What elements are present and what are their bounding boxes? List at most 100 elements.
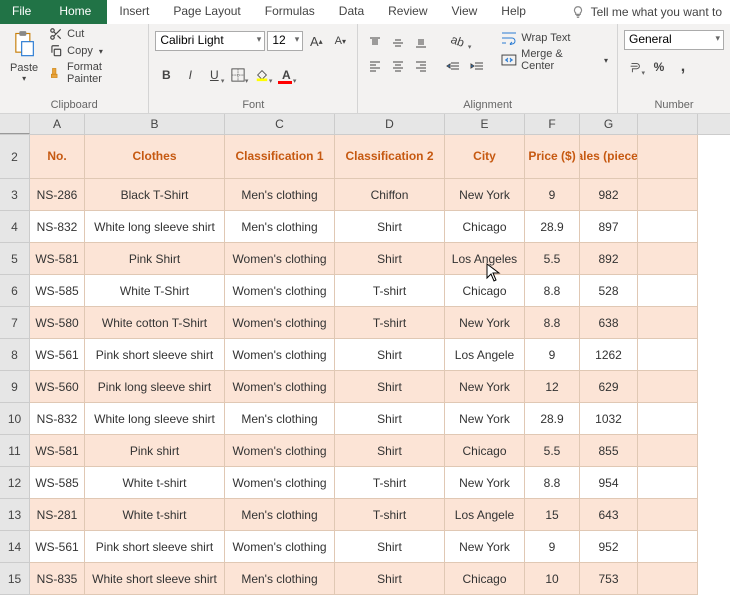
cell[interactable]: T-shirt <box>335 499 445 531</box>
tab-data[interactable]: Data <box>327 0 376 24</box>
underline-button[interactable]: U <box>203 64 225 86</box>
cell[interactable] <box>638 275 698 307</box>
cell[interactable]: Shirt <box>335 435 445 467</box>
row-header[interactable]: 13 <box>0 499 30 531</box>
cell[interactable]: Men's clothing <box>225 179 335 211</box>
cell[interactable]: Women's clothing <box>225 531 335 563</box>
row-header[interactable]: 6 <box>0 275 30 307</box>
align-middle-button[interactable] <box>387 32 409 54</box>
merge-center-button[interactable]: Merge & Center▾ <box>498 47 611 73</box>
cell[interactable] <box>638 467 698 499</box>
align-bottom-button[interactable] <box>410 32 432 54</box>
tab-file[interactable]: File <box>0 0 43 24</box>
cell[interactable]: WS-560 <box>30 371 85 403</box>
cell[interactable]: White T-Shirt <box>85 275 225 307</box>
cell[interactable]: WS-581 <box>30 243 85 275</box>
cell[interactable]: NS-832 <box>30 211 85 243</box>
col-header-d[interactable]: D <box>335 114 445 134</box>
align-right-button[interactable] <box>410 55 432 77</box>
cell[interactable]: Women's clothing <box>225 275 335 307</box>
cell[interactable]: 982 <box>580 179 638 211</box>
cell[interactable]: New York <box>445 179 525 211</box>
row-header[interactable]: 9 <box>0 371 30 403</box>
cell[interactable]: Chicago <box>445 435 525 467</box>
percent-format-button[interactable]: % <box>648 56 670 78</box>
cell[interactable] <box>638 339 698 371</box>
cell[interactable]: 28.9 <box>525 211 580 243</box>
cell[interactable]: WS-585 <box>30 275 85 307</box>
cell[interactable]: Classification 2 <box>335 135 445 179</box>
borders-button[interactable] <box>227 64 249 86</box>
cell[interactable]: White short sleeve shirt <box>85 563 225 595</box>
cell[interactable]: WS-561 <box>30 339 85 371</box>
cell[interactable]: Chiffon <box>335 179 445 211</box>
cell[interactable]: 5.5 <box>525 243 580 275</box>
cell[interactable]: T-shirt <box>335 467 445 499</box>
cell[interactable] <box>638 531 698 563</box>
font-size-select[interactable]: 12 <box>267 31 303 51</box>
cell[interactable]: 753 <box>580 563 638 595</box>
increase-indent-button[interactable] <box>466 56 488 78</box>
font-family-select[interactable]: Calibri Light <box>155 31 265 51</box>
cell[interactable]: White t-shirt <box>85 499 225 531</box>
cell[interactable]: White long sleeve shirt <box>85 211 225 243</box>
cell[interactable]: WS-581 <box>30 435 85 467</box>
row-header[interactable]: 15 <box>0 563 30 595</box>
cell[interactable]: Pink long sleeve shirt <box>85 371 225 403</box>
col-header-b[interactable]: B <box>85 114 225 134</box>
cell[interactable] <box>638 563 698 595</box>
row-header[interactable]: 8 <box>0 339 30 371</box>
orientation-button[interactable]: ab <box>442 30 472 52</box>
cell[interactable]: Shirt <box>335 403 445 435</box>
col-header-f[interactable]: F <box>525 114 580 134</box>
cell[interactable]: City <box>445 135 525 179</box>
font-color-button[interactable]: A <box>275 64 297 86</box>
cell[interactable] <box>638 211 698 243</box>
cell[interactable]: Price ($) <box>525 135 580 179</box>
row-header[interactable]: 5 <box>0 243 30 275</box>
cell[interactable]: 1032 <box>580 403 638 435</box>
cell[interactable]: New York <box>445 467 525 499</box>
cell[interactable]: Shirt <box>335 339 445 371</box>
cell[interactable]: Los Angeles <box>445 243 525 275</box>
cell[interactable]: 9 <box>525 339 580 371</box>
cell[interactable]: Pink Shirt <box>85 243 225 275</box>
italic-button[interactable]: I <box>179 64 201 86</box>
cell[interactable]: Pink short sleeve shirt <box>85 339 225 371</box>
cell[interactable]: 5.5 <box>525 435 580 467</box>
cell[interactable]: 15 <box>525 499 580 531</box>
cell[interactable] <box>638 135 698 179</box>
cell[interactable]: NS-832 <box>30 403 85 435</box>
cell[interactable]: 9 <box>525 179 580 211</box>
cell[interactable]: 952 <box>580 531 638 563</box>
cell[interactable]: New York <box>445 531 525 563</box>
cell[interactable]: Women's clothing <box>225 339 335 371</box>
cell[interactable]: 8.8 <box>525 307 580 339</box>
row-header[interactable]: 11 <box>0 435 30 467</box>
copy-button[interactable]: Copy▾ <box>46 43 142 59</box>
cell[interactable]: 954 <box>580 467 638 499</box>
cell[interactable]: Shirt <box>335 243 445 275</box>
tab-page-layout[interactable]: Page Layout <box>161 0 252 24</box>
align-left-button[interactable] <box>364 55 386 77</box>
cell[interactable]: Women's clothing <box>225 467 335 499</box>
format-painter-button[interactable]: Format Painter <box>46 60 142 86</box>
cell[interactable]: 28.9 <box>525 403 580 435</box>
row-header[interactable]: 7 <box>0 307 30 339</box>
cell[interactable]: New York <box>445 307 525 339</box>
cell[interactable]: Los Angele <box>445 499 525 531</box>
tell-me[interactable]: Tell me what you want to <box>563 0 730 24</box>
row-header[interactable]: 12 <box>0 467 30 499</box>
col-header-h[interactable] <box>638 114 698 134</box>
cell[interactable]: Women's clothing <box>225 435 335 467</box>
row-header[interactable]: 3 <box>0 179 30 211</box>
cell[interactable]: Classification 1 <box>225 135 335 179</box>
cell[interactable]: Women's clothing <box>225 243 335 275</box>
cell[interactable] <box>638 371 698 403</box>
tab-insert[interactable]: Insert <box>107 0 161 24</box>
cell[interactable]: T-shirt <box>335 275 445 307</box>
cell[interactable]: Shirt <box>335 211 445 243</box>
cell[interactable]: White cotton T-Shirt <box>85 307 225 339</box>
cut-button[interactable]: Cut <box>46 26 142 42</box>
comma-format-button[interactable]: , <box>672 56 694 78</box>
